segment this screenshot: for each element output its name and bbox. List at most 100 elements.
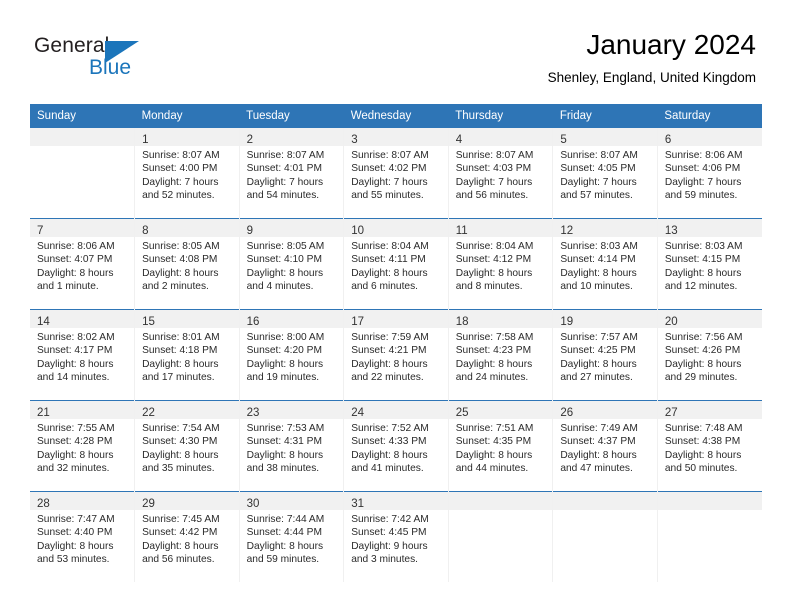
daylight-text-line1: Daylight: 8 hours	[142, 358, 219, 370]
calendar-day-cell[interactable]: 8 Sunrise: 8:05 AM Sunset: 4:08 PM Daylight…	[134, 218, 240, 310]
calendar-day-cell[interactable]: 22 Sunrise: 7:54 AM Sunset: 4:30 PM Dayligh…	[134, 400, 240, 492]
calendar-day-cell[interactable]: 12 Sunrise: 8:03 AM Sunset: 4:14 PM Dayligh…	[552, 218, 658, 310]
day-cell-inner: 27 Sunrise: 7:48 AM Sunset: 4:38 PM Dayligh…	[657, 401, 762, 491]
day-number: 21	[37, 407, 50, 419]
calendar-day-cell[interactable]: 5 Sunrise: 8:07 AM Sunset: 4:05 PM Daylight…	[552, 128, 658, 219]
day-cell-inner: 15 Sunrise: 8:01 AM Sunset: 4:18 PM Dayligh…	[135, 310, 239, 400]
day-details: Sunrise: 8:05 AM Sunset: 4:10 PM Daylight:…	[240, 237, 344, 294]
day-cell-inner: 9 Sunrise: 8:05 AM Sunset: 4:10 PM Daylight…	[239, 219, 344, 309]
calendar-day-cell[interactable]: 24 Sunrise: 7:52 AM Sunset: 4:33 PM Dayligh…	[343, 400, 449, 492]
calendar-day-cell[interactable]: 26 Sunrise: 7:49 AM Sunset: 4:37 PM Dayligh…	[552, 400, 658, 492]
day-number: 2	[246, 134, 254, 146]
calendar-week-row: 28 Sunrise: 7:47 AM Sunset: 4:40 PM Dayligh…	[30, 491, 762, 582]
daylight-text-line2: and 29 minutes.	[664, 372, 738, 384]
day-cell-inner: 14 Sunrise: 8:02 AM Sunset: 4:17 PM Dayligh…	[30, 310, 135, 400]
calendar-day-cell[interactable]: 17 Sunrise: 7:59 AM Sunset: 4:21 PM Dayligh…	[343, 309, 449, 401]
calendar-day-cell[interactable]: 6 Sunrise: 8:06 AM Sunset: 4:06 PM Daylight…	[657, 128, 762, 219]
page-subtitle: Shenley, England, United Kingdom	[547, 70, 756, 85]
calendar-day-cell[interactable]: 9 Sunrise: 8:05 AM Sunset: 4:10 PM Daylight…	[239, 218, 345, 310]
day-number-band: 22	[135, 401, 239, 419]
calendar-day-cell[interactable]: 10 Sunrise: 8:04 AM Sunset: 4:11 PM Dayligh…	[343, 218, 449, 310]
calendar-day-cell[interactable]: 7 Sunrise: 8:06 AM Sunset: 4:07 PM Daylight…	[30, 218, 136, 310]
daylight-text-line2: and 14 minutes.	[37, 372, 110, 384]
calendar-day-cell[interactable]: 20 Sunrise: 7:56 AM Sunset: 4:26 PM Dayligh…	[657, 309, 762, 401]
calendar-day-cell[interactable]: 3 Sunrise: 8:07 AM Sunset: 4:02 PM Daylight…	[343, 128, 449, 219]
general-blue-logo[interactable]: General Blue	[34, 34, 214, 84]
sunrise-text: Sunrise: 7:57 AM	[560, 332, 638, 343]
daylight-text-line2: and 38 minutes.	[246, 463, 320, 475]
calendar-day-cell[interactable]: 19 Sunrise: 7:57 AM Sunset: 4:25 PM Dayligh…	[552, 309, 658, 401]
calendar-week-row: 21 Sunrise: 7:55 AM Sunset: 4:28 PM Dayligh…	[30, 400, 762, 492]
calendar-day-cell[interactable]: 28 Sunrise: 7:47 AM Sunset: 4:40 PM Dayligh…	[30, 491, 136, 582]
sunset-text: Sunset: 4:02 PM	[351, 163, 427, 175]
calendar-day-cell[interactable]: 30 Sunrise: 7:44 AM Sunset: 4:44 PM Dayligh…	[239, 491, 345, 582]
calendar-day-cell[interactable]: 23 Sunrise: 7:53 AM Sunset: 4:31 PM Dayligh…	[239, 400, 345, 492]
calendar-day-cell[interactable]: 15 Sunrise: 8:01 AM Sunset: 4:18 PM Dayligh…	[134, 309, 240, 401]
day-details: Sunrise: 7:59 AM Sunset: 4:21 PM Daylight:…	[344, 328, 448, 385]
calendar-day-cell[interactable]: 27 Sunrise: 7:48 AM Sunset: 4:38 PM Dayligh…	[657, 400, 762, 492]
calendar-week-row: 7 Sunrise: 8:06 AM Sunset: 4:07 PM Daylight…	[30, 218, 762, 310]
calendar-day-cell[interactable]: 18 Sunrise: 7:58 AM Sunset: 4:23 PM Dayligh…	[448, 309, 554, 401]
day-number: 6	[664, 134, 672, 146]
calendar-week-row: 14 Sunrise: 8:02 AM Sunset: 4:17 PM Dayligh…	[30, 309, 762, 401]
day-number: 31	[351, 498, 364, 510]
calendar-day-cell[interactable]: 1 Sunrise: 8:07 AM Sunset: 4:00 PM Daylight…	[134, 128, 240, 219]
day-details: Sunrise: 7:54 AM Sunset: 4:30 PM Daylight:…	[135, 419, 239, 476]
day-number: 8	[142, 225, 149, 237]
sunrise-text: Sunrise: 8:04 AM	[455, 241, 534, 252]
day-number-band	[657, 492, 762, 510]
dow-monday: Monday	[134, 104, 240, 128]
day-number-band: 2	[239, 128, 344, 146]
day-number: 17	[351, 316, 364, 328]
daylight-text-line1: Daylight: 8 hours	[37, 540, 114, 552]
sunset-text: Sunset: 4:05 PM	[560, 163, 636, 175]
daylight-text-line2: and 2 minutes.	[142, 281, 209, 293]
daylight-text-line1: Daylight: 8 hours	[560, 267, 637, 279]
day-details: Sunrise: 7:55 AM Sunset: 4:28 PM Daylight:…	[30, 419, 134, 476]
sunset-text: Sunset: 4:45 PM	[351, 527, 427, 539]
day-details: Sunrise: 7:56 AM Sunset: 4:26 PM Daylight:…	[658, 328, 762, 385]
logo-text-blue: Blue	[89, 56, 132, 79]
day-cell-inner: 18 Sunrise: 7:58 AM Sunset: 4:23 PM Dayligh…	[448, 310, 553, 400]
sunrise-text: Sunrise: 7:52 AM	[351, 423, 429, 434]
day-number-band: 9	[239, 219, 344, 237]
day-number-band: 5	[553, 128, 657, 146]
sunrise-text: Sunrise: 8:02 AM	[37, 332, 115, 343]
calendar-day-cell[interactable]: 29 Sunrise: 7:45 AM Sunset: 4:42 PM Dayligh…	[134, 491, 240, 582]
calendar-day-cell[interactable]: 13 Sunrise: 8:03 AM Sunset: 4:15 PM Dayligh…	[657, 218, 762, 310]
dow-wednesday: Wednesday	[343, 104, 449, 128]
day-details: Sunrise: 8:07 AM Sunset: 4:05 PM Daylight:…	[553, 146, 657, 203]
calendar-day-cell[interactable]: 11 Sunrise: 8:04 AM Sunset: 4:12 PM Dayligh…	[448, 218, 554, 310]
daylight-text-line2: and 19 minutes.	[246, 372, 320, 384]
calendar-day-cell[interactable]: 31 Sunrise: 7:42 AM Sunset: 4:45 PM Dayligh…	[343, 491, 449, 582]
calendar-day-cell[interactable]: 25 Sunrise: 7:51 AM Sunset: 4:35 PM Dayligh…	[448, 400, 554, 492]
sunrise-text: Sunrise: 7:56 AM	[664, 332, 743, 343]
daylight-text-line1: Daylight: 8 hours	[37, 449, 114, 461]
day-details: Sunrise: 8:07 AM Sunset: 4:03 PM Daylight:…	[449, 146, 553, 203]
daylight-text-line2: and 50 minutes.	[664, 463, 738, 475]
day-number: 27	[664, 407, 678, 419]
calendar-day-cell[interactable]: 14 Sunrise: 8:02 AM Sunset: 4:17 PM Dayligh…	[30, 309, 136, 401]
calendar-day-cell[interactable]: 21 Sunrise: 7:55 AM Sunset: 4:28 PM Dayligh…	[30, 400, 136, 492]
day-details: Sunrise: 8:01 AM Sunset: 4:18 PM Daylight:…	[135, 328, 239, 385]
day-cell-inner	[657, 492, 762, 582]
day-cell-inner	[30, 128, 135, 218]
calendar-day-cell[interactable]: 2 Sunrise: 8:07 AM Sunset: 4:01 PM Daylight…	[239, 128, 345, 219]
dow-friday: Friday	[552, 104, 658, 128]
sunrise-text: Sunrise: 8:03 AM	[664, 241, 743, 252]
calendar-day-cell[interactable]: 4 Sunrise: 8:07 AM Sunset: 4:03 PM Daylight…	[448, 128, 554, 219]
daylight-text-line1: Daylight: 7 hours	[664, 176, 742, 188]
daylight-text-line1: Daylight: 8 hours	[37, 358, 114, 370]
day-number-band	[30, 128, 135, 146]
sunset-text: Sunset: 4:15 PM	[664, 254, 741, 266]
day-details: Sunrise: 7:44 AM Sunset: 4:44 PM Daylight:…	[240, 510, 344, 567]
daylight-text-line1: Daylight: 8 hours	[664, 449, 742, 461]
sunset-text: Sunset: 4:33 PM	[351, 436, 427, 448]
calendar-day-cell[interactable]: 16 Sunrise: 8:00 AM Sunset: 4:20 PM Dayligh…	[239, 309, 345, 401]
daylight-text-line1: Daylight: 8 hours	[246, 449, 324, 461]
day-cell-inner: 4 Sunrise: 8:07 AM Sunset: 4:03 PM Daylight…	[448, 128, 553, 218]
daylight-text-line2: and 44 minutes.	[455, 463, 529, 475]
day-number: 13	[664, 225, 678, 237]
daylight-text-line2: and 24 minutes.	[455, 372, 529, 384]
daylight-text-line2: and 27 minutes.	[560, 372, 633, 384]
